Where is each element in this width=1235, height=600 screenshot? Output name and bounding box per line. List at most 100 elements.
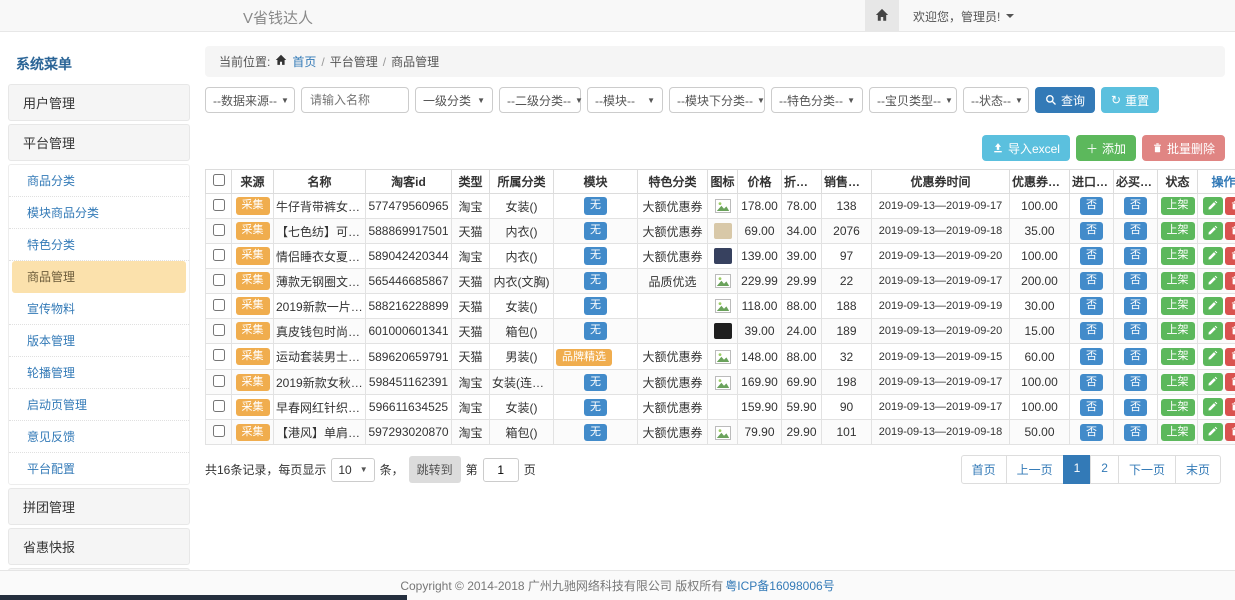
must-buy-badge[interactable]: 否 bbox=[1124, 222, 1147, 239]
imported-badge[interactable]: 否 bbox=[1080, 399, 1103, 416]
module-sub-category-select[interactable]: --模块下分类--▼ bbox=[669, 87, 765, 113]
page-button[interactable]: 2 bbox=[1090, 455, 1119, 484]
select-all-checkbox[interactable] bbox=[213, 174, 225, 186]
status-badge[interactable]: 上架 bbox=[1161, 424, 1195, 441]
sidebar-item[interactable]: 意见反馈 bbox=[9, 421, 189, 453]
sidebar-item[interactable]: 特色分类 bbox=[9, 229, 189, 261]
feature-category-select[interactable]: --特色分类--▼ bbox=[771, 87, 863, 113]
status-badge[interactable]: 上架 bbox=[1161, 348, 1195, 365]
edit-button[interactable] bbox=[1203, 398, 1223, 416]
page-size-select[interactable]: 10 ▼ bbox=[331, 458, 374, 482]
status-badge[interactable]: 上架 bbox=[1161, 197, 1195, 214]
delete-button[interactable] bbox=[1225, 348, 1235, 366]
status-badge[interactable]: 上架 bbox=[1161, 222, 1195, 239]
imported-badge[interactable]: 否 bbox=[1080, 272, 1103, 289]
level2-category-select[interactable]: --二级分类--▼ bbox=[499, 87, 581, 113]
sidebar-item[interactable]: 版本管理 bbox=[9, 325, 189, 357]
row-checkbox[interactable] bbox=[213, 375, 225, 387]
sidebar-group[interactable]: 平台管理 bbox=[8, 124, 190, 161]
edit-button[interactable] bbox=[1203, 272, 1223, 290]
row-checkbox[interactable] bbox=[213, 274, 225, 286]
delete-button[interactable] bbox=[1225, 222, 1235, 240]
delete-button[interactable] bbox=[1225, 272, 1235, 290]
breadcrumb-home-link[interactable]: 首页 bbox=[292, 53, 316, 70]
scrollbar-thumb[interactable] bbox=[0, 595, 407, 600]
sidebar-item[interactable]: 轮播管理 bbox=[9, 357, 189, 389]
delete-button[interactable] bbox=[1225, 398, 1235, 416]
imported-badge[interactable]: 否 bbox=[1080, 247, 1103, 264]
level1-category-select[interactable]: 一级分类▼ bbox=[415, 87, 493, 113]
must-buy-badge[interactable]: 否 bbox=[1124, 374, 1147, 391]
search-button[interactable]: 查询 bbox=[1035, 87, 1095, 113]
imported-badge[interactable]: 否 bbox=[1080, 297, 1103, 314]
status-badge[interactable]: 上架 bbox=[1161, 297, 1195, 314]
page-button[interactable]: 1 bbox=[1063, 455, 1092, 484]
name-input[interactable] bbox=[301, 87, 409, 113]
must-buy-badge[interactable]: 否 bbox=[1124, 322, 1147, 339]
imported-badge[interactable]: 否 bbox=[1080, 322, 1103, 339]
edit-button[interactable] bbox=[1203, 322, 1223, 340]
page-button[interactable]: 首页 bbox=[961, 455, 1007, 484]
sidebar-item[interactable]: 商品管理 bbox=[12, 261, 186, 293]
edit-button[interactable] bbox=[1203, 348, 1223, 366]
user-menu[interactable]: 欢迎您，管理员! bbox=[913, 8, 1014, 25]
must-buy-badge[interactable]: 否 bbox=[1124, 197, 1147, 214]
sidebar-group[interactable]: 拼团管理 bbox=[8, 488, 190, 525]
page-number-input[interactable] bbox=[483, 458, 519, 482]
row-checkbox[interactable] bbox=[213, 324, 225, 336]
home-button[interactable] bbox=[865, 0, 899, 32]
row-checkbox[interactable] bbox=[213, 425, 225, 437]
page-button[interactable]: 末页 bbox=[1175, 455, 1221, 484]
sidebar-item[interactable]: 模块商品分类 bbox=[9, 197, 189, 229]
row-checkbox[interactable] bbox=[213, 199, 225, 211]
imported-badge[interactable]: 否 bbox=[1080, 348, 1103, 365]
sidebar-group[interactable]: 用户管理 bbox=[8, 84, 190, 121]
data-source-select[interactable]: --数据来源--▼ bbox=[205, 87, 295, 113]
must-buy-badge[interactable]: 否 bbox=[1124, 424, 1147, 441]
sidebar-item[interactable]: 启动页管理 bbox=[9, 389, 189, 421]
must-buy-badge[interactable]: 否 bbox=[1124, 247, 1147, 264]
jump-button[interactable]: 跳转到 bbox=[409, 456, 461, 483]
status-badge[interactable]: 上架 bbox=[1161, 399, 1195, 416]
delete-button[interactable] bbox=[1225, 423, 1235, 441]
row-checkbox[interactable] bbox=[213, 224, 225, 236]
edit-button[interactable] bbox=[1203, 247, 1223, 265]
must-buy-badge[interactable]: 否 bbox=[1124, 399, 1147, 416]
item-type-select[interactable]: --宝贝类型--▼ bbox=[869, 87, 957, 113]
must-buy-badge[interactable]: 否 bbox=[1124, 272, 1147, 289]
reset-button[interactable]: ↻ 重置 bbox=[1101, 87, 1159, 113]
page-button[interactable]: 下一页 bbox=[1118, 455, 1176, 484]
sidebar-group[interactable]: 省惠快报 bbox=[8, 528, 190, 565]
edit-button[interactable] bbox=[1203, 222, 1223, 240]
sidebar-item[interactable]: 平台配置 bbox=[9, 453, 189, 484]
icp-link[interactable]: 粤ICP备16098006号 bbox=[725, 577, 834, 594]
delete-button[interactable] bbox=[1225, 322, 1235, 340]
delete-button[interactable] bbox=[1225, 247, 1235, 265]
delete-button[interactable] bbox=[1225, 297, 1235, 315]
edit-button[interactable] bbox=[1203, 373, 1223, 391]
must-buy-badge[interactable]: 否 bbox=[1124, 297, 1147, 314]
batch-delete-button[interactable]: 批量删除 bbox=[1142, 135, 1225, 161]
add-button[interactable]: ＋ 添加 bbox=[1076, 135, 1136, 161]
row-checkbox[interactable] bbox=[213, 249, 225, 261]
edit-button[interactable] bbox=[1203, 297, 1223, 315]
delete-button[interactable] bbox=[1225, 197, 1235, 215]
imported-badge[interactable]: 否 bbox=[1080, 374, 1103, 391]
status-select[interactable]: --状态--▼ bbox=[963, 87, 1029, 113]
row-checkbox[interactable] bbox=[213, 400, 225, 412]
status-badge[interactable]: 上架 bbox=[1161, 374, 1195, 391]
sidebar-item[interactable]: 商品分类 bbox=[9, 165, 189, 197]
sidebar-item[interactable]: 宣传物料 bbox=[9, 293, 189, 325]
delete-button[interactable] bbox=[1225, 373, 1235, 391]
row-checkbox[interactable] bbox=[213, 299, 225, 311]
import-excel-button[interactable]: 导入excel bbox=[982, 135, 1070, 161]
edit-button[interactable] bbox=[1203, 423, 1223, 441]
edit-button[interactable] bbox=[1203, 197, 1223, 215]
must-buy-badge[interactable]: 否 bbox=[1124, 348, 1147, 365]
row-checkbox[interactable] bbox=[213, 349, 225, 361]
status-badge[interactable]: 上架 bbox=[1161, 272, 1195, 289]
imported-badge[interactable]: 否 bbox=[1080, 424, 1103, 441]
page-button[interactable]: 上一页 bbox=[1006, 455, 1064, 484]
status-badge[interactable]: 上架 bbox=[1161, 322, 1195, 339]
module-select[interactable]: --模块--▼ bbox=[587, 87, 663, 113]
